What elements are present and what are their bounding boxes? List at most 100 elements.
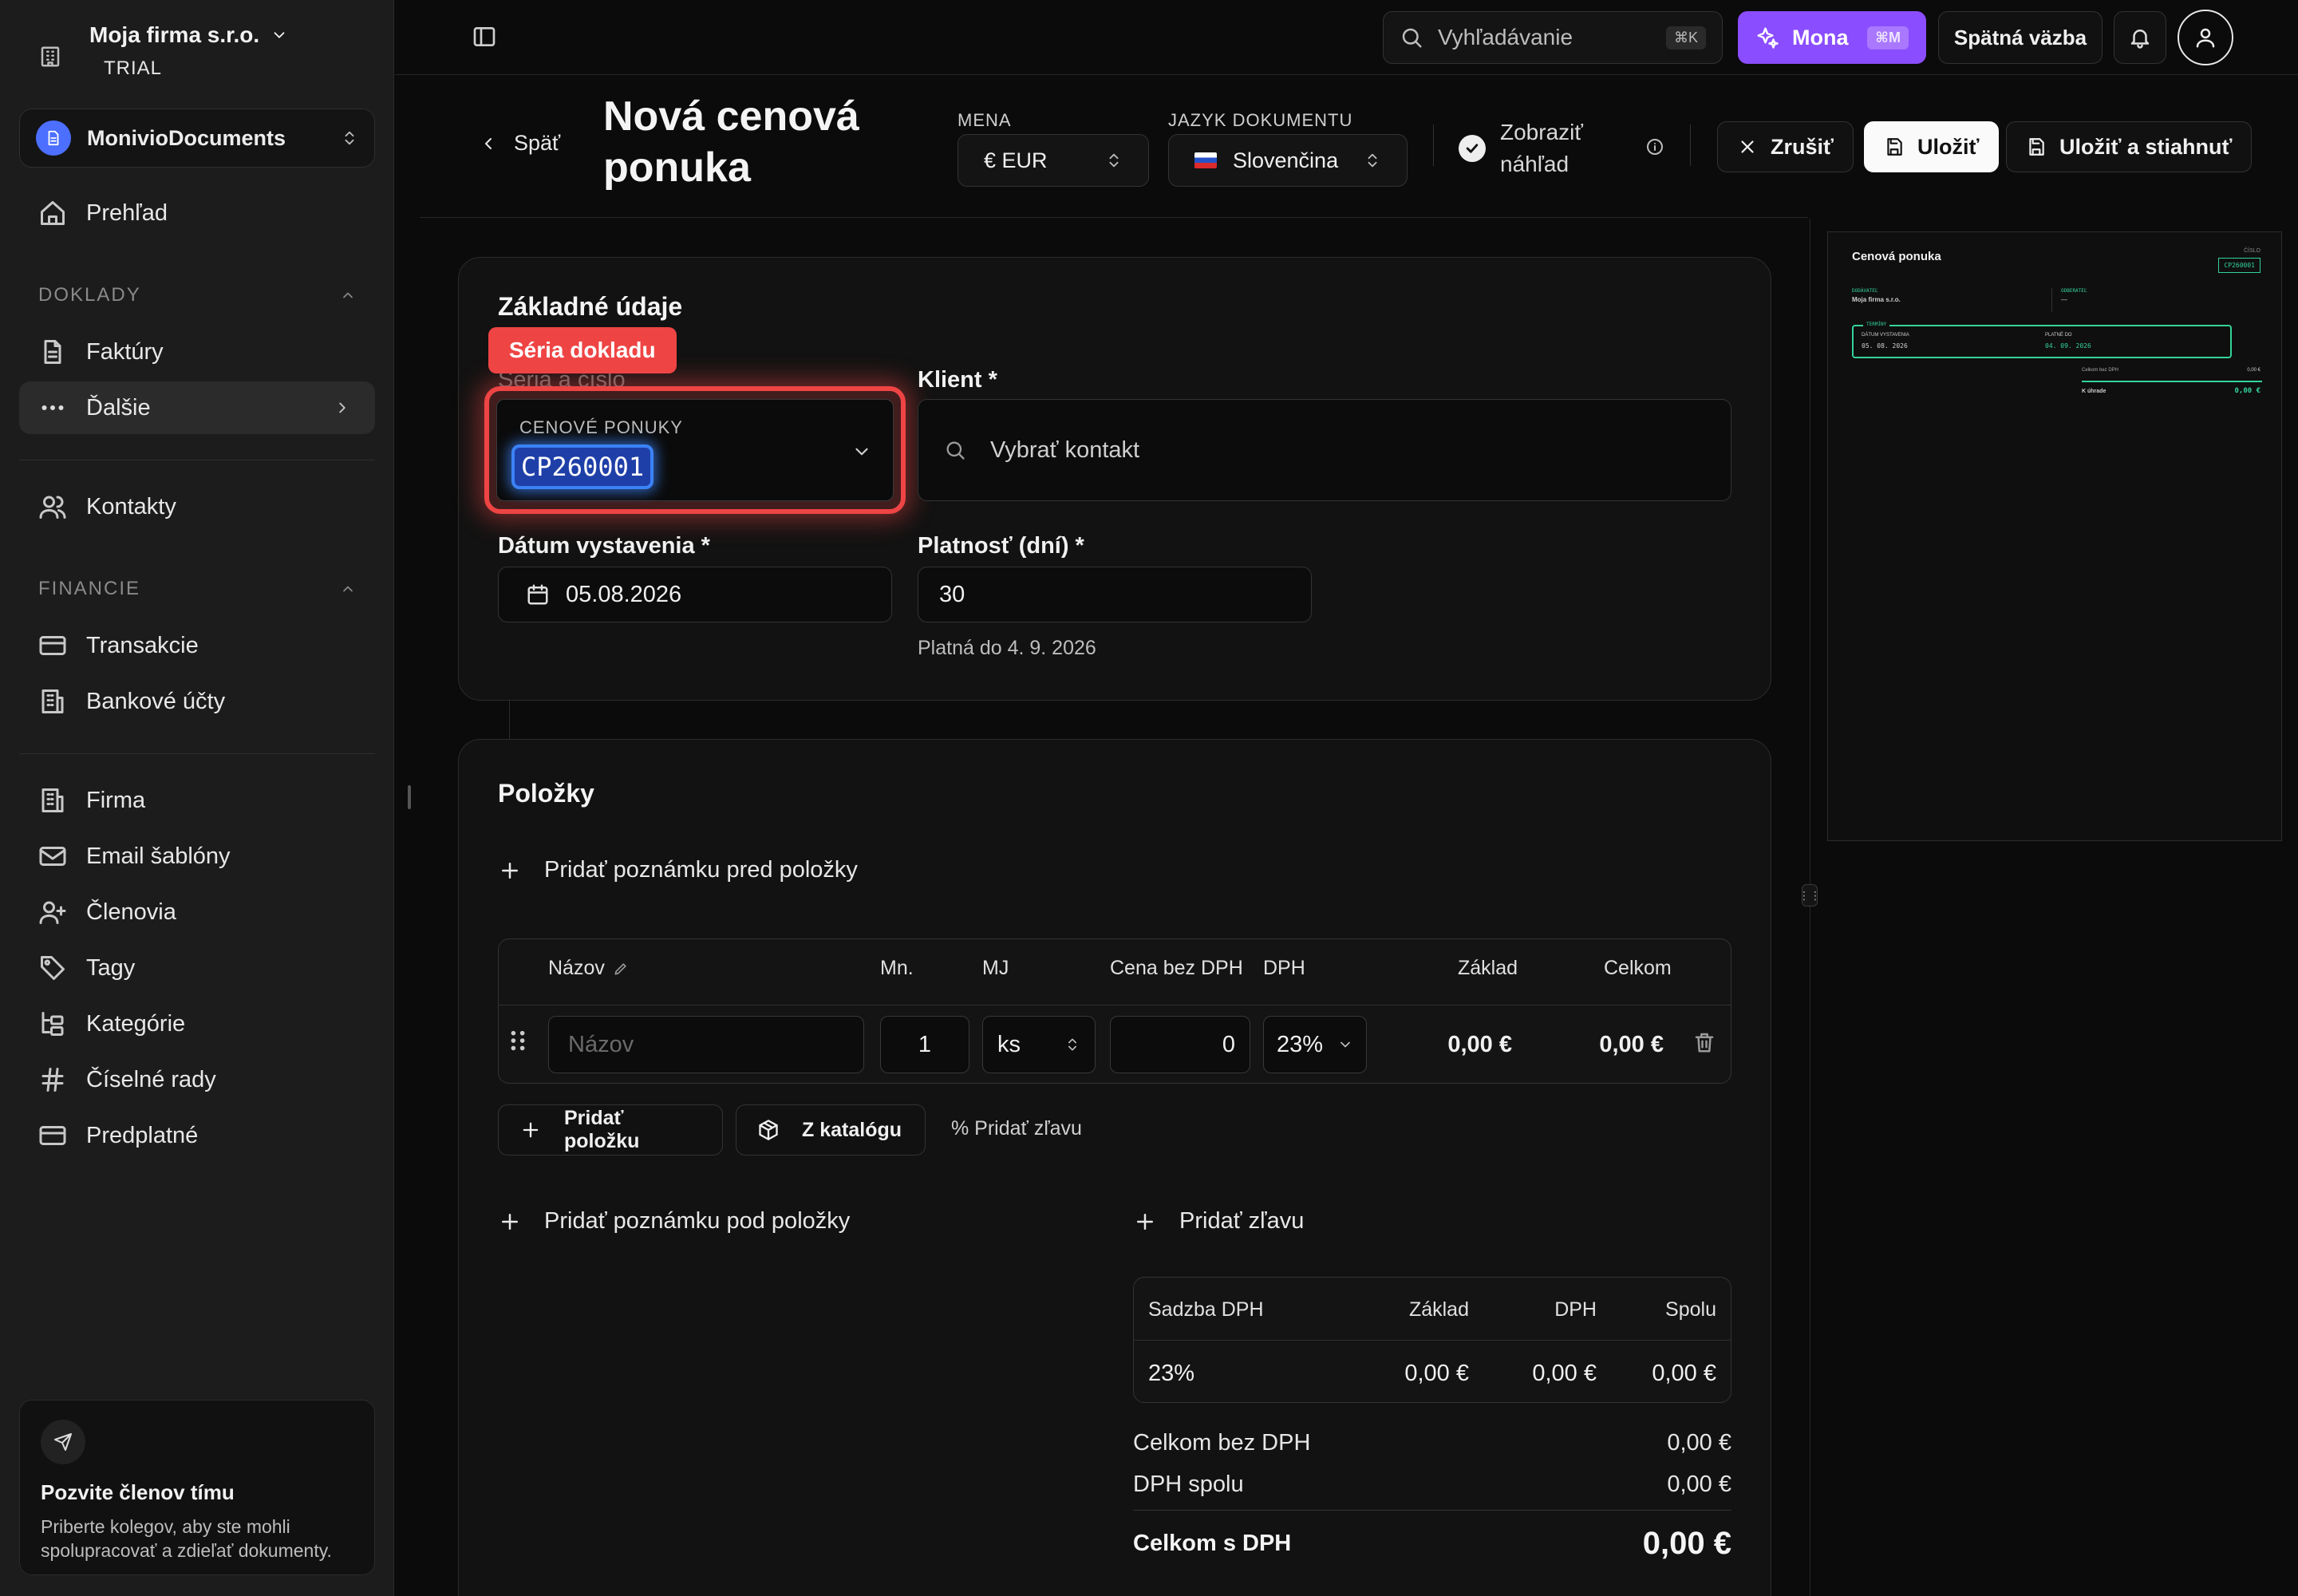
- item-price-input[interactable]: 0: [1110, 1016, 1250, 1073]
- feedback-button[interactable]: Spätná väzba: [1938, 11, 2103, 64]
- issue-date-label: Dátum vystavenia *: [498, 533, 710, 559]
- validity-input[interactable]: 30: [918, 567, 1312, 622]
- search-placeholder: Vyhľadávanie: [1438, 25, 1573, 49]
- save-download-label: Uložiť a stiahnuť: [2059, 134, 2233, 159]
- document-icon: [36, 120, 71, 156]
- add-discount-button[interactable]: Pridať zľavu: [1133, 1208, 1304, 1235]
- section-financie[interactable]: FINANCIE: [38, 578, 356, 600]
- building-icon: [38, 786, 69, 815]
- notifications-button[interactable]: [2114, 11, 2166, 64]
- issue-date-input[interactable]: 05.08.2026: [498, 567, 892, 622]
- item-qty-input[interactable]: 1: [880, 1016, 969, 1073]
- cancel-button[interactable]: Zrušiť: [1717, 121, 1854, 172]
- info-icon[interactable]: [1645, 137, 1664, 156]
- preview-number: CP260001: [2218, 258, 2260, 273]
- total-vat-label: DPH spolu: [1133, 1472, 1244, 1497]
- trash-icon[interactable]: [1692, 1030, 1716, 1054]
- page-title: Nová cenová ponuka: [603, 93, 859, 191]
- add-note-before-button[interactable]: Pridať poznámku pred položky: [498, 857, 858, 883]
- connector-line: [509, 701, 510, 739]
- search-input[interactable]: Vyhľadávanie ⌘K: [1383, 11, 1723, 64]
- column-header-unit: MJ: [982, 957, 1009, 979]
- mail-icon: [38, 842, 69, 871]
- preview-net-label: Celkom bez DPH: [2082, 368, 2119, 373]
- total-gross-row: Celkom s DPH 0,00 €: [1133, 1526, 1731, 1562]
- preview-resize-handle[interactable]: ⋮⋮: [1799, 884, 1821, 907]
- item-vat-select[interactable]: 23%: [1263, 1016, 1367, 1073]
- sidebar-item-subscription[interactable]: Predplatné: [19, 1109, 375, 1162]
- invite-card[interactable]: Pozvite členov tímu Priberte kolegov, ab…: [19, 1400, 375, 1575]
- sidebar-item-email-templates[interactable]: Email šablóny: [19, 830, 375, 883]
- divider: [1433, 124, 1434, 166]
- currency-label: MENA: [958, 110, 1012, 130]
- cancel-label: Zrušiť: [1771, 134, 1834, 159]
- total-net-label: Celkom bez DPH: [1133, 1430, 1311, 1456]
- invite-title: Pozvite členov tímu: [41, 1480, 235, 1504]
- sidebar-toggle-icon[interactable]: [472, 24, 497, 49]
- drag-handle-icon[interactable]: [508, 1029, 527, 1053]
- workspace-switcher[interactable]: MonivioDocuments: [19, 109, 375, 168]
- mona-ai-button[interactable]: Mona ⌘M: [1738, 11, 1926, 64]
- client-input[interactable]: Vybrať kontakt: [918, 399, 1731, 501]
- language-select[interactable]: Slovenčina: [1168, 134, 1408, 187]
- add-item-button[interactable]: Pridať položku: [498, 1104, 723, 1156]
- client-label: Klient *: [918, 367, 997, 393]
- language-value: Slovenčina: [1233, 148, 1339, 172]
- items-table: Názov Mn. MJ Cena bez DPH DPH Základ Cel…: [498, 938, 1731, 1084]
- sidebar-item-label: Kontakty: [86, 493, 176, 519]
- close-icon: [1737, 136, 1758, 157]
- preview-terms-caption: TERMÍNY: [1863, 322, 1890, 327]
- sidebar-item-company[interactable]: Firma: [19, 774, 375, 827]
- org-switcher[interactable]: Moja firma s.r.o. TRIAL: [38, 22, 288, 80]
- item-unit-select[interactable]: ks: [982, 1016, 1096, 1073]
- preview-valid-caption: PLATNÉ DO: [2045, 333, 2072, 338]
- sidebar-item-categories[interactable]: Kategórie: [19, 998, 375, 1050]
- sidebar-item-transactions[interactable]: Transakcie: [19, 619, 375, 672]
- series-select[interactable]: CENOVÉ PONUKY CP260001: [496, 399, 894, 501]
- column-header-qty: Mn.: [880, 957, 914, 979]
- preview-number-caption: ČÍSLO: [2243, 248, 2260, 254]
- section-doklady[interactable]: DOKLADY: [38, 284, 356, 306]
- preview-terms-box: TERMÍNY DÁTUM VYSTAVENIA 05. 08. 2026 PL…: [1852, 322, 2232, 358]
- sidebar-item-label: Bankové účty: [86, 688, 226, 714]
- sidebar-resize-handle[interactable]: [408, 785, 411, 809]
- save-button[interactable]: Uložiť: [1864, 121, 2000, 172]
- series-number[interactable]: CP260001: [511, 444, 654, 489]
- sidebar-item-invoices[interactable]: Faktúry: [19, 326, 375, 378]
- avatar[interactable]: [2178, 10, 2233, 65]
- preview-valid-value: 04. 09. 2026: [2045, 342, 2091, 350]
- vat-total: 0,00 €: [1652, 1361, 1716, 1386]
- tag-icon: [38, 954, 69, 982]
- preview-title: Cenová ponuka: [1852, 250, 1941, 263]
- item-name-input[interactable]: Názov: [548, 1016, 864, 1073]
- total-net-value: 0,00 €: [1667, 1430, 1731, 1456]
- add-note-after-button[interactable]: Pridať poznámku pod položky: [498, 1208, 850, 1235]
- save-label: Uložiť: [1917, 134, 1980, 159]
- sidebar-item-label: Predplatné: [86, 1122, 199, 1148]
- currency-select[interactable]: € EUR: [958, 134, 1149, 187]
- vat-rate: 23%: [1148, 1361, 1195, 1386]
- item-total-value: 0,00 €: [1599, 1032, 1664, 1057]
- document-preview[interactable]: Cenová ponuka ČÍSLO CP260001 DODÁVATEĽ M…: [1827, 231, 2282, 841]
- hash-icon: [38, 1065, 69, 1094]
- sidebar-item-members[interactable]: Členovia: [19, 886, 375, 938]
- back-button[interactable]: Späť: [479, 131, 560, 156]
- items-title: Položky: [498, 779, 594, 808]
- sidebar-item-more[interactable]: Ďalšie: [19, 381, 375, 434]
- column-header-name: Názov: [548, 957, 629, 980]
- sidebar-item-number-series[interactable]: Číselné rady: [19, 1053, 375, 1106]
- chevron-down-icon: [270, 26, 288, 44]
- sidebar-item-overview[interactable]: Prehľad: [19, 187, 375, 239]
- sidebar-item-tags[interactable]: Tagy: [19, 942, 375, 994]
- save-and-download-button[interactable]: Uložiť a stiahnuť: [2006, 121, 2253, 172]
- plan-badge: TRIAL: [104, 57, 163, 79]
- pencil-icon[interactable]: [613, 961, 629, 977]
- preview-toggle[interactable]: Zobraziť náhľad: [1459, 117, 1620, 180]
- add-item-label: Pridať položku: [564, 1107, 640, 1152]
- add-discount-link[interactable]: % Pridať zľavu: [951, 1117, 1082, 1140]
- sidebar-item-bank-accounts[interactable]: Bankové účty: [19, 675, 375, 728]
- from-catalog-button[interactable]: Z katalógu: [736, 1104, 926, 1156]
- divider: [19, 753, 375, 754]
- vat-header-base: Základ: [1408, 1298, 1469, 1321]
- sidebar-item-contacts[interactable]: Kontakty: [19, 480, 375, 533]
